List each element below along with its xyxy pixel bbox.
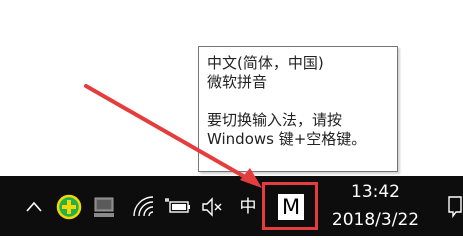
tooltip-line-ime-name: 微软拼音 bbox=[207, 73, 268, 91]
tooltip-line-hint: 要切换输入法，请按 bbox=[207, 111, 343, 129]
ime-tooltip: 中文(简体，中国) 微软拼音 要切换输入法，请按 Windows 键+空格键。 bbox=[198, 46, 398, 172]
battery-plug-icon[interactable] bbox=[164, 193, 192, 221]
tooltip-spacer bbox=[207, 92, 397, 111]
system-clock[interactable]: 13:42 2018/3/22 bbox=[323, 181, 428, 232]
ime-language-indicator[interactable]: 中 bbox=[238, 193, 258, 221]
ime-mode-button[interactable]: M bbox=[278, 194, 304, 220]
action-center-icon[interactable] bbox=[447, 194, 463, 224]
speaker-muted-icon[interactable] bbox=[200, 193, 224, 221]
clock-time: 13:42 bbox=[351, 182, 400, 202]
chevron-up-icon[interactable] bbox=[24, 193, 44, 221]
clock-date: 2018/3/22 bbox=[331, 210, 420, 230]
tooltip-line-language: 中文(简体，中国) bbox=[207, 54, 324, 72]
wifi-icon[interactable] bbox=[132, 193, 158, 221]
green-plus-circle-icon[interactable] bbox=[56, 193, 82, 221]
tooltip-line-shortcut: Windows 键+空格键。 bbox=[207, 130, 367, 148]
computer-icon[interactable] bbox=[92, 193, 116, 221]
